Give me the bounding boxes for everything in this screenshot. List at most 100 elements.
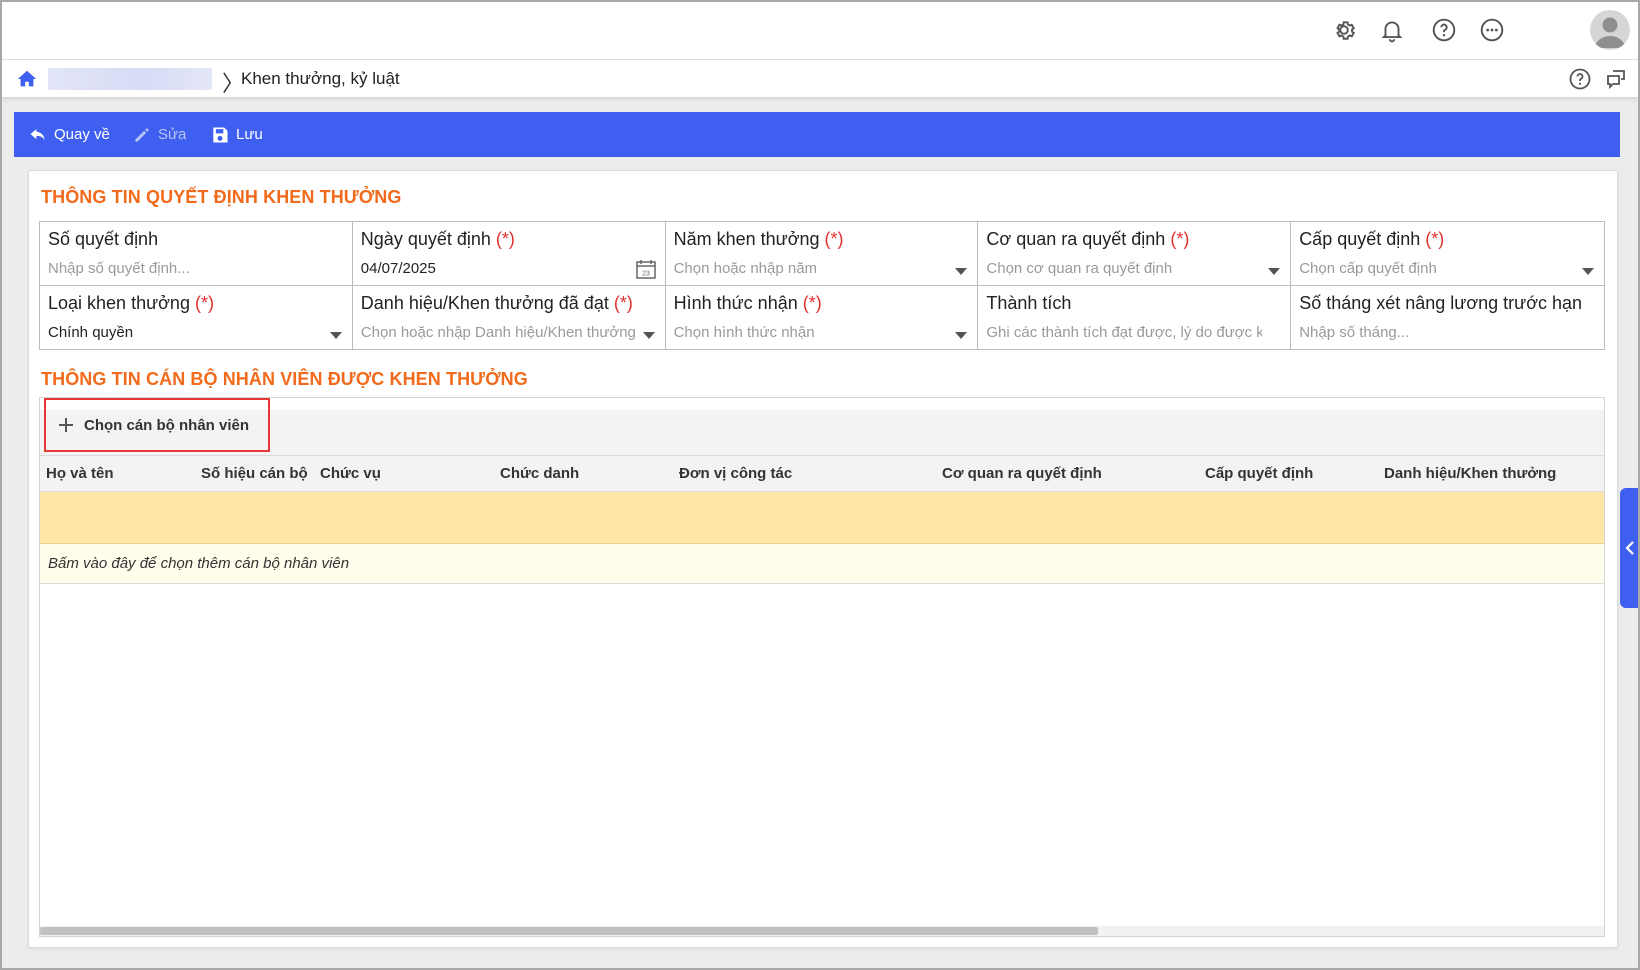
field-input[interactable]: Chọn hình thức nhận <box>674 324 950 341</box>
field-input[interactable]: 04/07/2025 <box>361 260 637 277</box>
edit-button[interactable]: Sửa <box>132 112 186 157</box>
field-label: Cơ quan ra quyết định (*) <box>986 229 1189 250</box>
field-cell: Ngày quyết định (*) 04/07/2025 23 <box>352 222 666 286</box>
field-cell: Hình thức nhận (*) Chọn hình thức nhận <box>666 286 979 350</box>
column-header[interactable]: Chức vụ <box>320 465 381 482</box>
required-mark: (*) <box>613 293 633 313</box>
gear-icon[interactable] <box>1330 16 1358 44</box>
field-label: Ngày quyết định (*) <box>361 229 515 250</box>
column-header[interactable]: Cơ quan ra quyết định <box>942 465 1102 482</box>
calendar-icon[interactable]: 23 <box>635 258 657 280</box>
feedback-icon[interactable] <box>1604 67 1628 91</box>
field-label-text: Số quyết định <box>48 229 159 249</box>
field-cell: Thành tích Ghi các thành tích đạt được, l… <box>978 286 1292 350</box>
home-icon[interactable] <box>16 68 38 90</box>
field-label: Năm khen thưởng (*) <box>674 229 844 250</box>
field-label-text: Danh hiệu/Khen thưởng đã đạt <box>360 293 609 313</box>
horizontal-scrollbar[interactable] <box>40 926 1604 936</box>
column-header[interactable]: Đơn vị công tác <box>679 465 792 482</box>
required-mark: (*) <box>1170 229 1190 249</box>
table-row-selected[interactable] <box>40 492 1604 544</box>
column-header[interactable]: Danh hiệu/Khen thưởng <box>1384 465 1556 482</box>
action-toolbar: Quay về Sửa Lưu <box>14 112 1620 157</box>
field-label: Danh hiệu/Khen thưởng đã đạt (*) <box>361 293 633 314</box>
decision-form: Số quyết định Nhập số quyết định... Ngày q… <box>39 221 1605 350</box>
field-label: Số tháng xét nâng lương trước hạn <box>1299 293 1582 314</box>
scrollbar-thumb[interactable] <box>40 927 1098 935</box>
side-panel-toggle[interactable] <box>1620 488 1638 608</box>
column-header[interactable]: Họ và tên <box>46 465 114 482</box>
field-input[interactable]: Ghi các thành tích đạt được, lý do được … <box>986 324 1262 341</box>
back-button[interactable]: Quay về <box>28 112 110 157</box>
edit-label: Sửa <box>158 126 187 143</box>
caret-down-icon[interactable] <box>1268 268 1281 275</box>
required-mark: (*) <box>824 229 844 249</box>
field-label-text: Năm khen thưởng <box>673 229 820 249</box>
chevron-left-icon <box>1625 541 1634 555</box>
field-input[interactable]: Chọn hoặc nhập năm <box>674 260 950 277</box>
help-icon[interactable] <box>1430 16 1458 44</box>
main-panel: THÔNG TIN QUYẾT ĐỊNH KHEN THƯỞNG Số quyế… <box>28 170 1618 948</box>
field-cell: Loại khen thưởng (*) Chính quyền <box>40 286 353 350</box>
field-cell: Cơ quan ra quyết định (*) Chọn cơ quan ra… <box>978 222 1292 286</box>
required-mark: (*) <box>194 293 214 313</box>
caret-down-icon[interactable] <box>329 332 342 339</box>
top-bar <box>2 2 1638 60</box>
field-label-text: Cơ quan ra quyết định <box>986 229 1166 249</box>
column-header[interactable]: Số hiệu cán bộ <box>201 465 308 482</box>
field-label: Cấp quyết định (*) <box>1299 229 1444 250</box>
page-help-icon[interactable] <box>1568 67 1592 91</box>
field-cell: Số tháng xét nâng lương trước hạn Nhập số… <box>1291 286 1604 350</box>
field-cell: Danh hiệu/Khen thưởng đã đạt (*) Chọn hoặ… <box>353 286 666 350</box>
field-input[interactable]: Chính quyền <box>48 324 324 341</box>
required-mark: (*) <box>495 229 515 249</box>
field-input[interactable]: Nhập số tháng... <box>1299 324 1576 341</box>
caret-down-icon[interactable] <box>955 268 968 275</box>
required-mark: (*) <box>1425 229 1445 249</box>
add-employee-hint-row[interactable]: Bấm vào đây để chọn thêm cán bộ nhân viê… <box>40 544 1604 584</box>
select-employee-button[interactable]: Chọn cán bộ nhân viên <box>44 398 270 452</box>
field-cell: Cấp quyết định (*) Chọn cấp quyết định <box>1291 222 1604 286</box>
caret-down-icon[interactable] <box>1581 268 1594 275</box>
field-label: Hình thức nhận (*) <box>674 293 822 314</box>
required-mark: (*) <box>802 293 822 313</box>
plus-icon <box>59 418 73 432</box>
employee-section-title: THÔNG TIN CÁN BỘ NHÂN VIÊN ĐƯỢC KHEN THƯ… <box>41 369 528 389</box>
more-icon[interactable] <box>1478 16 1506 44</box>
employee-table-header: Họ và tên Số hiệu cán bộ Chức vụ Chức danh Đ… <box>40 456 1604 492</box>
field-label: Số quyết định <box>48 229 158 250</box>
select-employee-label: Chọn cán bộ nhân viên <box>84 416 250 434</box>
breadcrumb: 〉 Khen thưởng, kỷ luật <box>2 60 1638 98</box>
breadcrumb-current: Khen thưởng, kỷ luật <box>241 69 400 88</box>
caret-down-icon[interactable] <box>955 332 968 339</box>
pencil-icon <box>135 127 149 142</box>
undo-icon <box>30 128 45 140</box>
field-label: Loại khen thưởng (*) <box>48 293 214 314</box>
column-header[interactable]: Chức danh <box>500 465 579 482</box>
field-label-text: Hình thức nhận <box>673 293 798 313</box>
avatar-icon[interactable] <box>1590 10 1630 50</box>
field-label-text: Loại khen thưởng <box>48 293 190 313</box>
field-input[interactable]: Chọn cơ quan ra quyết định <box>986 260 1262 277</box>
field-label-text: Thành tích <box>986 293 1072 313</box>
back-label: Quay về <box>54 126 110 143</box>
employee-grid: Chọn cán bộ nhân viên Họ và tên Số hiệu c… <box>39 397 1605 937</box>
save-button[interactable]: Lưu <box>210 112 263 157</box>
employee-toolbar <box>40 410 1604 456</box>
svg-text:23: 23 <box>642 271 650 278</box>
field-label-text: Số tháng xét nâng lương trước hạn <box>1299 293 1583 313</box>
bell-icon[interactable] <box>1378 16 1406 44</box>
field-label-text: Cấp quyết định <box>1299 229 1421 249</box>
decision-section-title: THÔNG TIN QUYẾT ĐỊNH KHEN THƯỞNG <box>41 187 402 207</box>
column-header[interactable]: Cấp quyết định <box>1205 465 1313 482</box>
field-input[interactable]: Chọn hoặc nhập Danh hiệu/Khen thưởng <box>361 324 637 341</box>
field-input[interactable]: Chọn cấp quyết định <box>1299 260 1576 277</box>
field-input[interactable]: Nhập số quyết định... <box>48 260 324 277</box>
field-label: Thành tích <box>986 293 1071 314</box>
breadcrumb-parent-redacted[interactable] <box>48 68 212 90</box>
save-label: Lưu <box>236 126 263 143</box>
app-window: 〉 Khen thưởng, kỷ luật Quay về Sửa Lưu T… <box>0 0 1640 970</box>
field-cell: Số quyết định Nhập số quyết định... <box>40 222 353 286</box>
field-cell: Năm khen thưởng (*) Chọn hoặc nhập năm <box>665 222 979 286</box>
caret-down-icon[interactable] <box>642 332 655 339</box>
